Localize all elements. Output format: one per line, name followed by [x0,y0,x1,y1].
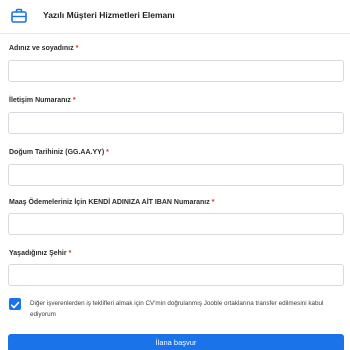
required-marker: * [211,199,215,206]
city-input[interactable] [8,264,344,286]
required-marker: * [75,45,79,52]
iban-input[interactable] [8,213,344,235]
birth-date-label-text: Doğum Tarihiniz (GG.AA.YY) [9,149,105,156]
consent-checkbox[interactable] [9,298,21,310]
city-label: Yaşadığınız Şehir * [9,250,71,257]
required-marker: * [106,149,109,156]
full-name-label: Adınız ve soyadınız * [9,45,78,52]
phone-label-text: İletişim Numaranız [9,97,71,104]
header-divider [0,33,350,34]
full-name-input[interactable] [8,60,344,82]
birth-date-input[interactable] [8,164,344,186]
phone-label: İletişim Numaranız * [9,97,76,104]
consent-text: Diğer işverenlerden iş teklifleri almak … [30,300,324,318]
job-title: Yazılı Müşteri Hizmetleri Elemanı [43,10,175,20]
phone-input[interactable] [8,112,344,134]
city-label-text: Yaşadığınız Şehir [9,250,67,257]
required-marker: * [72,97,76,104]
check-icon [10,301,20,309]
consent-row: Diğer işverenlerden iş teklifleri almak … [9,297,344,321]
required-marker: * [68,250,72,257]
form-header: Yazılı Müşteri Hizmetleri Elemanı [0,0,350,33]
iban-label-text: Maaş Ödemeleriniz İçin KENDİ ADINIZA AİT… [9,199,210,206]
briefcase-icon [10,7,28,25]
birth-date-label: Doğum Tarihiniz (GG.AA.YY) * [9,149,109,156]
apply-button[interactable]: İlana başvur [8,334,344,350]
full-name-label-text: Adınız ve soyadınız [9,45,74,52]
iban-label: Maaş Ödemeleriniz İçin KENDİ ADINIZA AİT… [9,199,214,206]
